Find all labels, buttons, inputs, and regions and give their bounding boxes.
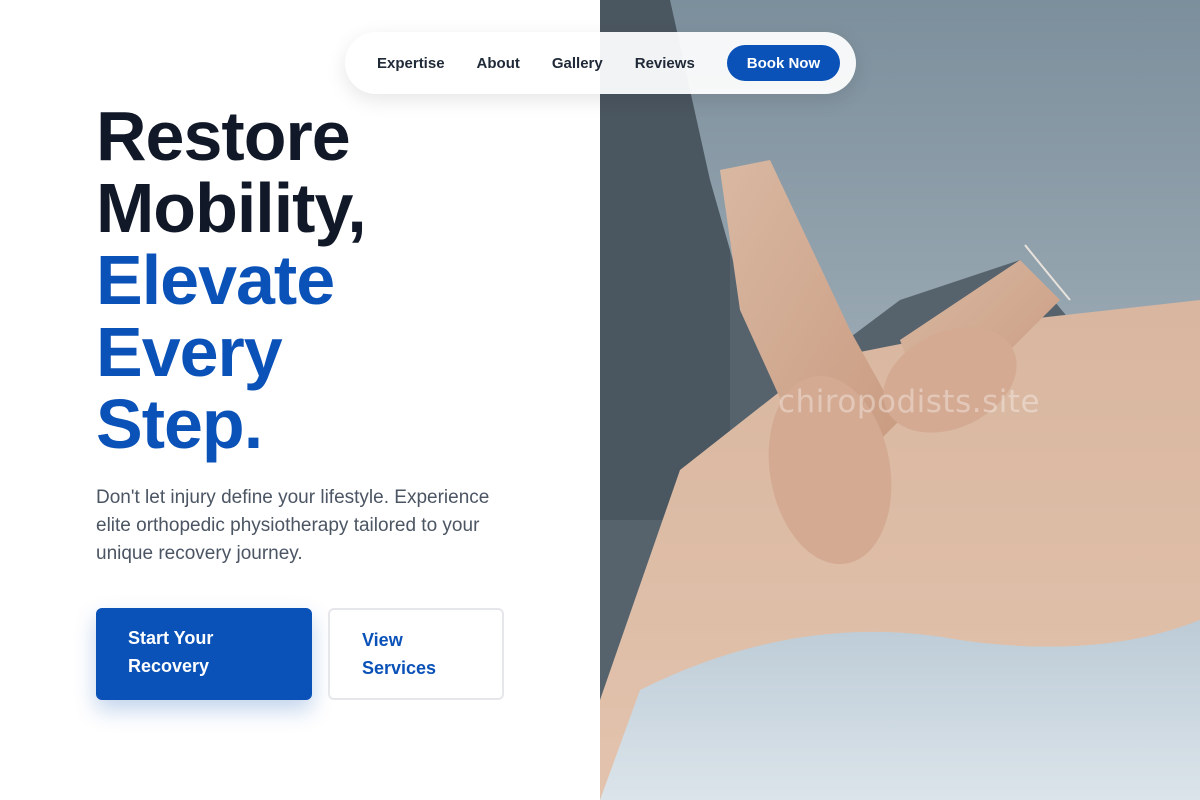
nav-link-reviews[interactable]: Reviews (635, 55, 695, 72)
nav-link-expertise[interactable]: Expertise (377, 55, 445, 72)
headline-line-elevate: Elevate (96, 241, 335, 319)
headline-line-mobility: Mobility, (96, 169, 367, 247)
view-services-button[interactable]: View Services (328, 608, 504, 700)
image-watermark: chiropodists.site (778, 384, 1041, 420)
nav-link-about[interactable]: About (477, 55, 520, 72)
start-recovery-button[interactable]: Start Your Recovery (96, 608, 312, 700)
nav-link-gallery[interactable]: Gallery (552, 55, 603, 72)
hero-image-massage-therapy: chiropodists.site (600, 0, 1200, 800)
book-now-button[interactable]: Book Now (726, 45, 841, 81)
top-navigation: Expertise About Gallery Reviews Book Now (345, 32, 856, 94)
headline-line-every: Every (96, 313, 283, 391)
headline-line-restore: Restore (96, 97, 351, 175)
hero-headline: Restore Mobility, Elevate Every Step. (96, 100, 576, 460)
hero-subtext: Don't let injury define your lifestyle. … (96, 487, 490, 564)
headline-line-step: Step. (96, 385, 263, 463)
